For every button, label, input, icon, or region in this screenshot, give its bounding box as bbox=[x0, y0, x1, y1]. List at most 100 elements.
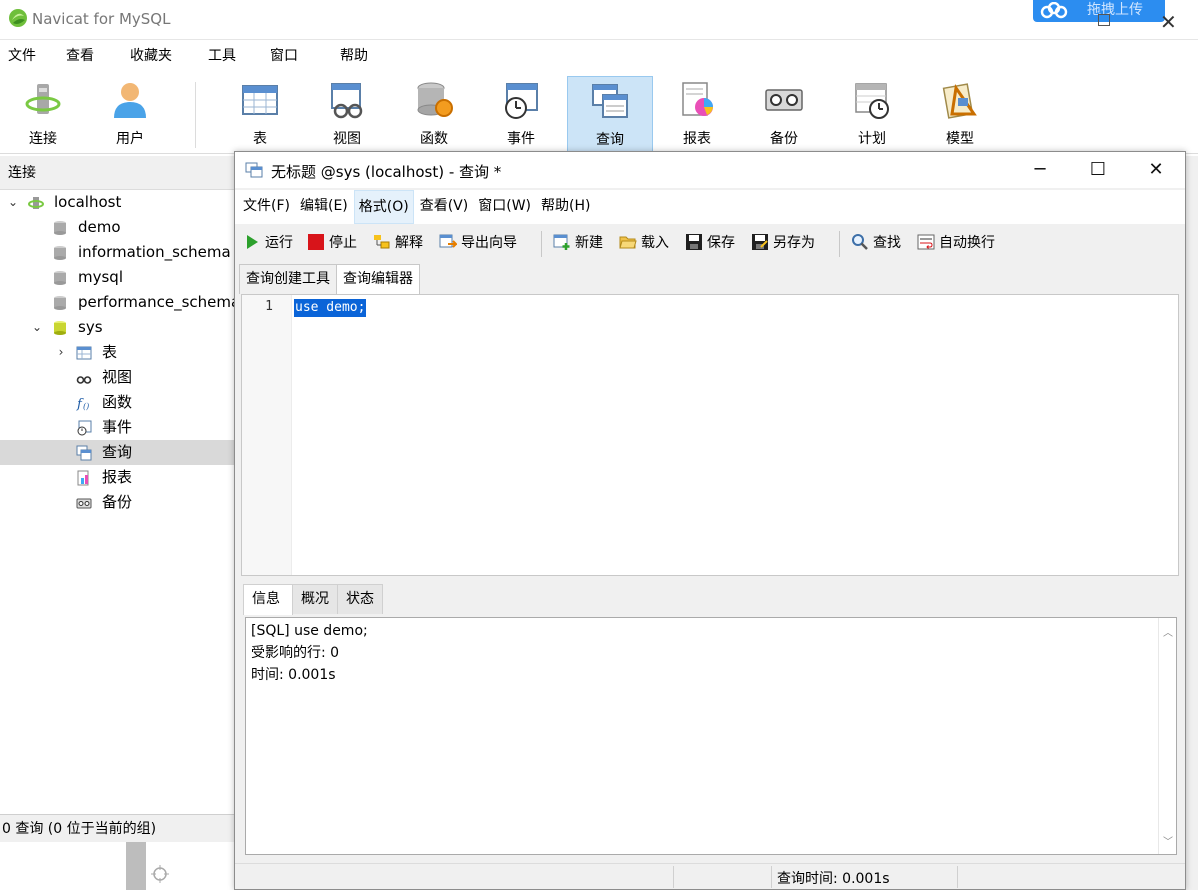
query-menu-bar: 文件(F) 编辑(E) 格式(O) 查看(V) 窗口(W) 帮助(H) bbox=[235, 190, 1185, 224]
toolbar-model-button[interactable]: 模型 bbox=[917, 76, 1003, 152]
menu-format[interactable]: 格式(O) bbox=[353, 190, 414, 224]
menu-tools[interactable]: 工具 bbox=[200, 40, 262, 72]
toolbar-function-button[interactable]: 函数 bbox=[391, 76, 477, 152]
connection-icon bbox=[25, 84, 61, 114]
run-button[interactable]: 运行 bbox=[243, 231, 293, 255]
status-divider bbox=[957, 866, 958, 888]
menu-favorites[interactable]: 收藏夹 bbox=[122, 40, 200, 72]
minimize-icon[interactable] bbox=[1098, 14, 1110, 26]
sql-editor[interactable]: 1 use demo; bbox=[241, 294, 1179, 576]
toolbar-user-button[interactable]: 用户 bbox=[87, 76, 173, 152]
tab-query-builder[interactable]: 查询创建工具 bbox=[239, 264, 337, 294]
query-window-title-bar[interactable]: 无标题 @sys (localhost) - 查询 * ─ ☐ ✕ bbox=[235, 152, 1185, 188]
function-icon: f() bbox=[76, 397, 89, 411]
tree-item-views[interactable]: 视图 bbox=[0, 365, 234, 390]
info-scrollbar[interactable]: ︿ ﹀ bbox=[1158, 618, 1176, 854]
toolbar-schedule-button[interactable]: 计划 bbox=[829, 76, 915, 152]
chevron-down-icon[interactable]: ⌄ bbox=[6, 190, 20, 215]
info-line: [SQL] use demo; bbox=[251, 623, 368, 639]
menu-window[interactable]: 窗口(W) bbox=[474, 190, 535, 224]
new-button[interactable]: 新建 bbox=[553, 231, 603, 255]
app-title: Navicat for MySQL bbox=[32, 10, 171, 28]
toolbar-separator bbox=[839, 231, 840, 257]
tree-item-queries[interactable]: 查询 bbox=[0, 440, 234, 465]
baidu-upload-label: 拖拽上传 bbox=[1087, 2, 1143, 18]
load-button[interactable]: 载入 bbox=[619, 231, 669, 255]
close-button[interactable]: ✕ bbox=[1127, 152, 1185, 188]
connection-tree: ⌄ localhost demo information_schema mysq… bbox=[0, 190, 234, 814]
tree-item-localhost[interactable]: ⌄ localhost bbox=[0, 190, 234, 215]
tab-query-editor[interactable]: 查询编辑器 bbox=[336, 264, 420, 295]
info-panel[interactable]: [SQL] use demo; 受影响的行: 0 时间: 0.001s ︿ ﹀ bbox=[245, 617, 1177, 855]
save-as-button[interactable]: 另存为 bbox=[751, 231, 815, 255]
main-menu-bar: 文件 查看 收藏夹 工具 窗口 帮助 bbox=[0, 40, 1198, 72]
tree-item-backups[interactable]: 备份 bbox=[0, 490, 234, 515]
scroll-up-icon[interactable]: ︿ bbox=[1163, 624, 1173, 639]
menu-window[interactable]: 窗口 bbox=[262, 40, 332, 72]
cloud-icon bbox=[1040, 2, 1068, 19]
tree-item-events[interactable]: 事件 bbox=[0, 415, 234, 440]
database-icon bbox=[54, 296, 66, 310]
navicat-logo-icon bbox=[9, 9, 27, 27]
model-icon bbox=[942, 83, 977, 119]
tab-profile[interactable]: 概况 bbox=[292, 584, 338, 614]
view-icon bbox=[331, 83, 363, 119]
tree-item-reports[interactable]: 报表 bbox=[0, 465, 234, 490]
word-wrap-button[interactable]: 自动换行 bbox=[917, 231, 995, 255]
menu-view[interactable]: 查看(V) bbox=[416, 190, 473, 224]
chevron-down-icon[interactable]: ⌄ bbox=[30, 315, 44, 340]
main-title-bar: Navicat for MySQL 拖拽上传 ✕ bbox=[0, 0, 1198, 40]
sql-code-selected[interactable]: use demo; bbox=[294, 299, 367, 317]
bottom-left-area bbox=[0, 842, 234, 890]
query-toolbar: 运行 停止 解释 导出向导 新建 载入 保存 另存为 查找 自动换行 bbox=[235, 225, 1185, 261]
query-tabs: 查询创建工具 查询编辑器 bbox=[239, 264, 420, 295]
find-button[interactable]: 查找 bbox=[851, 231, 901, 255]
tree-item-sys[interactable]: ⌄ sys bbox=[0, 315, 234, 340]
stop-button[interactable]: 停止 bbox=[307, 231, 357, 255]
tree-item-database[interactable]: information_schema bbox=[0, 240, 234, 265]
menu-help[interactable]: 帮助 bbox=[332, 40, 394, 72]
tree-item-tables[interactable]: › 表 bbox=[0, 340, 234, 365]
menu-file[interactable]: 文件(F) bbox=[239, 190, 294, 224]
toolbar-separator bbox=[195, 82, 196, 148]
menu-file[interactable]: 文件 bbox=[0, 40, 58, 72]
scroll-down-icon[interactable]: ﹀ bbox=[1163, 833, 1173, 848]
crosshair-icon bbox=[151, 865, 169, 883]
stop-icon bbox=[308, 234, 324, 250]
splitter[interactable] bbox=[126, 842, 146, 890]
toolbar-separator bbox=[541, 231, 542, 257]
minimize-button[interactable]: ─ bbox=[1011, 152, 1069, 188]
toolbar-backup-button[interactable]: 备份 bbox=[741, 76, 827, 152]
tree-item-database[interactable]: performance_schema bbox=[0, 290, 234, 315]
query-time-status: 查询时间: 0.001s bbox=[777, 871, 890, 887]
chevron-right-icon[interactable]: › bbox=[54, 340, 68, 365]
line-number: 1 bbox=[265, 299, 273, 314]
toolbar-query-button[interactable]: 查询 bbox=[567, 76, 653, 152]
table-icon bbox=[76, 346, 92, 360]
menu-edit[interactable]: 编辑(E) bbox=[296, 190, 352, 224]
toolbar-view-button[interactable]: 视图 bbox=[304, 76, 390, 152]
tab-info[interactable]: 信息 bbox=[243, 584, 293, 615]
event-icon bbox=[505, 83, 538, 119]
main-toolbar: 连接 用户 表 视图 函数 事件 查询 报表 备份 计划 模型 bbox=[0, 72, 1198, 154]
toolbar-table-button[interactable]: 表 bbox=[217, 76, 303, 152]
toolbar-event-button[interactable]: 事件 bbox=[478, 76, 564, 152]
menu-help[interactable]: 帮助(H) bbox=[537, 190, 594, 224]
report-icon bbox=[682, 82, 713, 116]
tree-item-database[interactable]: demo bbox=[0, 215, 234, 240]
export-wizard-button[interactable]: 导出向导 bbox=[439, 231, 517, 255]
query-icon bbox=[245, 162, 263, 178]
maximize-button[interactable]: ☐ bbox=[1069, 152, 1127, 188]
toolbar-connection-button[interactable]: 连接 bbox=[0, 76, 86, 152]
save-button[interactable]: 保存 bbox=[685, 231, 735, 255]
tab-status[interactable]: 状态 bbox=[337, 584, 383, 614]
explain-button[interactable]: 解释 bbox=[373, 231, 423, 255]
close-icon[interactable]: ✕ bbox=[1160, 10, 1177, 34]
toolbar-report-button[interactable]: 报表 bbox=[654, 76, 740, 152]
tree-item-database[interactable]: mysql bbox=[0, 265, 234, 290]
menu-view[interactable]: 查看 bbox=[58, 40, 122, 72]
svg-text:(): () bbox=[83, 402, 89, 411]
tree-item-functions[interactable]: f() 函数 bbox=[0, 390, 234, 415]
backup-icon bbox=[765, 89, 803, 111]
database-icon bbox=[54, 246, 66, 260]
